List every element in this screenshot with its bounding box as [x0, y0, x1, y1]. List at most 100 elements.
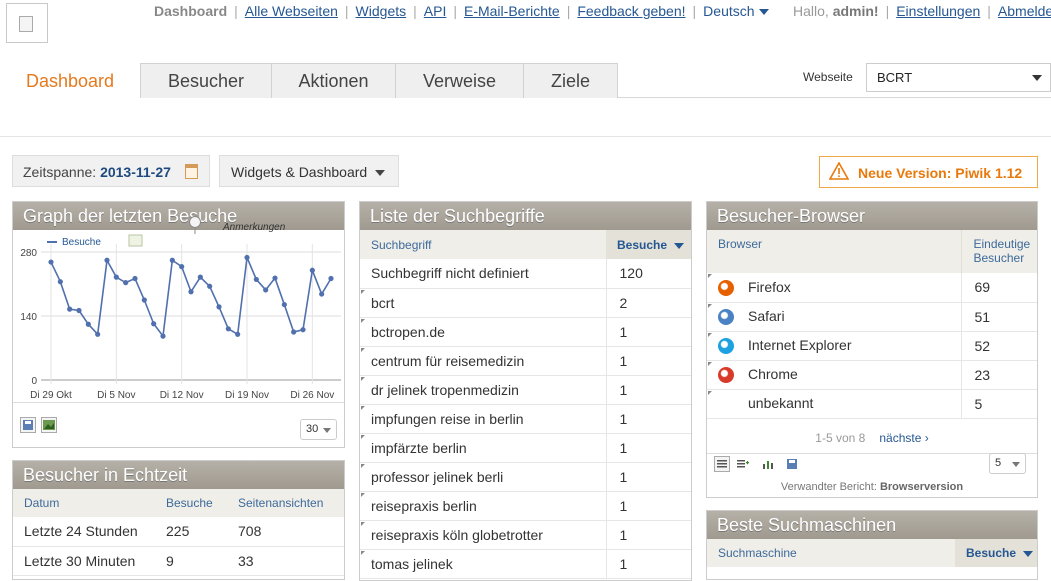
keyword-label: dr jelinek tropenmedizin [360, 375, 606, 405]
data-point [263, 287, 269, 293]
settings-link[interactable]: Einstellungen [896, 3, 980, 19]
visits-series-line [50, 254, 332, 339]
data-point [225, 326, 231, 332]
data-point [328, 275, 334, 282]
keyword-label: bcrt [360, 288, 606, 318]
pagination: 1-5 von 8 nächste › [707, 431, 1037, 445]
tab-goals[interactable]: Ziele [523, 63, 618, 98]
table-row[interactable]: impfungen reise in berlin 1 [360, 404, 691, 434]
table-row[interactable]: bcrt 2 [360, 288, 691, 318]
visits-graph-widget: Graph der letzten Besuche 0 140 280 Di 29 O… [12, 201, 345, 448]
related-report-link[interactable]: Browserversion [880, 481, 963, 493]
data-point [85, 321, 91, 327]
widget-title[interactable]: Graph der letzten Besuche [13, 202, 344, 230]
unknown-browser-icon [718, 396, 734, 412]
table-row[interactable]: Chrome 23 [707, 360, 1037, 390]
table-row[interactable]: reisepraxis berlin 1 [360, 491, 691, 521]
x-tick-label: Di 19 Nov [225, 390, 269, 401]
table-row[interactable]: tomas jelinek 1 [360, 549, 691, 579]
period-selector[interactable]: Zeitspanne: 2013-11-27 [12, 155, 210, 187]
table-row[interactable]: Safari 51 [707, 302, 1037, 332]
table-row[interactable]: professor jelinek berli 1 [360, 462, 691, 492]
widget-title[interactable]: Beste Suchmaschinen [707, 511, 1037, 539]
live-table: Datum Besuche Seitenansichten Letzte 24 … [13, 489, 344, 576]
bar-chart-icon[interactable] [760, 456, 776, 472]
table-row[interactable]: unbekannt 5 [707, 389, 1037, 419]
table-row[interactable]: Internet Explorer 52 [707, 331, 1037, 361]
table-row[interactable]: centrum für reisemedizin 1 [360, 346, 691, 376]
column-header-visits[interactable]: Besuche [955, 539, 1037, 567]
tab-dashboard[interactable]: Dashboard [0, 63, 140, 99]
graph-period-limit-select[interactable]: 30 [300, 419, 337, 440]
table-row[interactable]: Suchbegriff nicht definiert 120 [360, 259, 691, 289]
logout-link[interactable]: Abmelden [998, 3, 1051, 19]
nav-feedback[interactable]: Feedback geben! [577, 3, 685, 19]
data-point [48, 259, 54, 265]
new-version-notice[interactable]: Neue Version: Piwik 1.12 [819, 156, 1038, 188]
column-header-visits[interactable]: Besuche [606, 230, 691, 259]
column-header-keyword[interactable]: Suchbegriff [360, 230, 606, 259]
browser-visitors: 51 [960, 302, 1037, 332]
table-view-icon[interactable] [714, 456, 730, 472]
nav-email-reports[interactable]: E-Mail-Berichte [464, 3, 560, 19]
tab-visitors[interactable]: Besucher [140, 63, 272, 98]
nav-api[interactable]: API [424, 3, 447, 19]
annotations-pin-icon[interactable] [188, 215, 202, 235]
browser-cell: Safari [707, 302, 961, 332]
nav-widgets[interactable]: Widgets [356, 3, 407, 19]
table-row[interactable]: impfärzte berlin 1 [360, 433, 691, 463]
save-icon[interactable] [20, 417, 36, 433]
chevron-down-icon [323, 428, 331, 433]
widget-title[interactable]: Liste der Suchbegriffe [360, 202, 691, 230]
x-tick-label: Di 29 Okt [30, 390, 72, 401]
browser-limit-select[interactable]: 5 [989, 453, 1026, 474]
nav-all-websites[interactable]: Alle Webseiten [245, 3, 338, 19]
column-header-pageviews[interactable]: Seitenansichten [227, 489, 344, 517]
website-selector[interactable]: BCRT [866, 63, 1051, 92]
annotations-link[interactable]: Anmerkungen [223, 222, 285, 233]
browser-label: Internet Explorer [748, 336, 852, 353]
data-point [272, 275, 278, 281]
tab-actions[interactable]: Aktionen [271, 63, 396, 98]
table-row[interactable]: Firefox 69 [707, 273, 1037, 303]
keyword-visits: 120 [605, 259, 691, 289]
widgets-dashboard-button[interactable]: Widgets & Dashboard [219, 155, 399, 187]
table-row: Letzte 24 Stunden 225 708 [13, 517, 344, 547]
save-icon[interactable] [784, 456, 800, 472]
y-tick-label: 280 [20, 248, 37, 259]
tab-referrers[interactable]: Verweise [395, 63, 524, 98]
chevron-down-icon [1032, 75, 1042, 81]
sort-desc-icon [674, 242, 685, 249]
widget-title[interactable]: Besucher-Browser [707, 202, 1037, 230]
column-header-visits[interactable]: Besuche [155, 489, 227, 517]
table-row[interactable]: reisepraxis köln globetrotter 1 [360, 520, 691, 550]
legend-label: Besuche [62, 237, 101, 248]
chevron-down-icon [1012, 462, 1020, 467]
table-more-columns-icon[interactable] [735, 456, 751, 472]
keyword-label: reisepraxis berlin [360, 491, 606, 521]
column-header-unique-visitors[interactable]: Eindeutige Besucher [960, 230, 1037, 273]
table-row[interactable]: bctropen.de 1 [360, 317, 691, 347]
warning-icon [829, 162, 849, 180]
piwik-logo[interactable] [6, 3, 48, 43]
nav-dashboard[interactable]: Dashboard [154, 3, 227, 19]
data-point [95, 331, 101, 337]
widget-title[interactable]: Besucher in Echtzeit [13, 461, 344, 489]
column-header-date[interactable]: Datum [13, 489, 155, 517]
y-tick-label: 0 [31, 376, 37, 387]
search-engines-table: Suchmaschine Besuche [707, 539, 1037, 567]
column-header-search-engine[interactable]: Suchmaschine [707, 539, 955, 567]
next-page-link[interactable]: nächste › [879, 431, 928, 445]
keywords-table: Suchbegriff Besuche Suchbegriff nicht de… [360, 230, 691, 579]
table-row[interactable]: dr jelinek tropenmedizin 1 [360, 375, 691, 405]
browser-label: unbekannt [748, 394, 814, 411]
column-header-browser[interactable]: Browser [707, 230, 961, 273]
keyword-label: professor jelinek berli [360, 462, 606, 492]
export-image-icon[interactable] [41, 417, 57, 433]
pagination-range: 1-5 von 8 [815, 431, 866, 445]
chevron-down-icon [375, 170, 385, 176]
language-selector[interactable]: Deutsch [703, 3, 769, 19]
keyword-label: impfärzte berlin [360, 433, 606, 463]
data-point [151, 321, 157, 327]
browser-cell: Chrome [707, 360, 961, 390]
